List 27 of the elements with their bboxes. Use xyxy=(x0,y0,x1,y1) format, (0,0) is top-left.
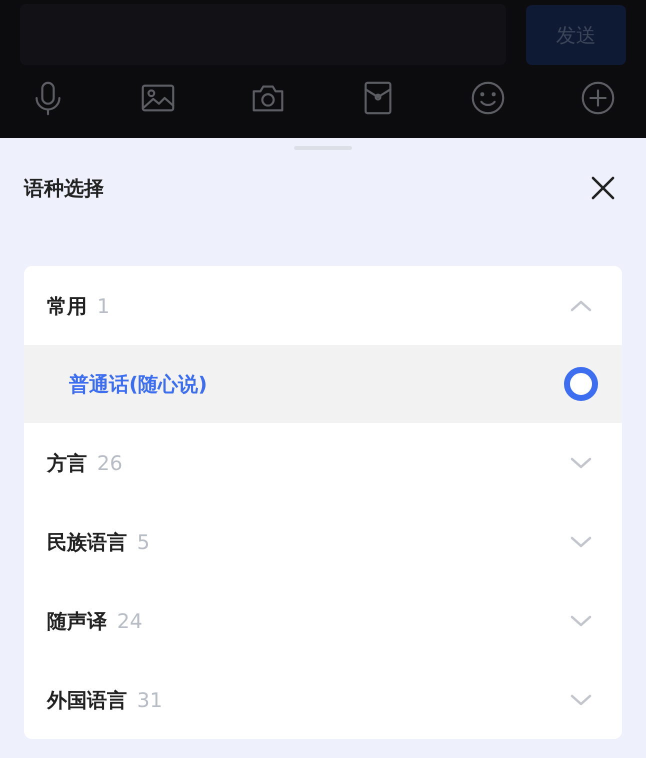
close-icon[interactable] xyxy=(590,175,616,201)
option-label: 普通话(随心说) xyxy=(69,371,208,398)
group-label: 外国语言 xyxy=(47,686,127,714)
sheet-title: 语种选择 xyxy=(24,175,104,202)
group-count: 1 xyxy=(97,292,110,320)
language-group-header[interactable]: 外国语言 31 xyxy=(24,660,622,739)
emoji-icon[interactable] xyxy=(469,79,507,117)
chevron-down-icon xyxy=(570,694,592,706)
language-group-header[interactable]: 民族语言 5 xyxy=(24,502,622,581)
group-label: 随声译 xyxy=(47,608,107,634)
group-label: 民族语言 xyxy=(47,528,127,556)
group-count: 31 xyxy=(137,686,162,714)
group-count: 24 xyxy=(117,608,142,634)
chevron-down-icon xyxy=(570,614,592,626)
add-icon[interactable] xyxy=(579,79,617,117)
chevron-down-icon xyxy=(570,536,592,548)
radio-button[interactable] xyxy=(564,367,598,401)
group-count: 26 xyxy=(97,450,122,476)
language-group-header[interactable]: 方言 26 xyxy=(24,423,622,502)
group-count: 5 xyxy=(137,528,150,556)
language-option[interactable]: 普通话(随心说) xyxy=(24,345,622,423)
language-group-header[interactable]: 常用 1 xyxy=(24,266,622,345)
language-group-header[interactable]: 随声译 24 xyxy=(24,581,622,660)
chevron-up-icon xyxy=(570,300,592,312)
group-label: 方言 xyxy=(47,450,87,476)
chevron-down-icon xyxy=(570,456,592,468)
group-label: 常用 xyxy=(47,292,87,320)
